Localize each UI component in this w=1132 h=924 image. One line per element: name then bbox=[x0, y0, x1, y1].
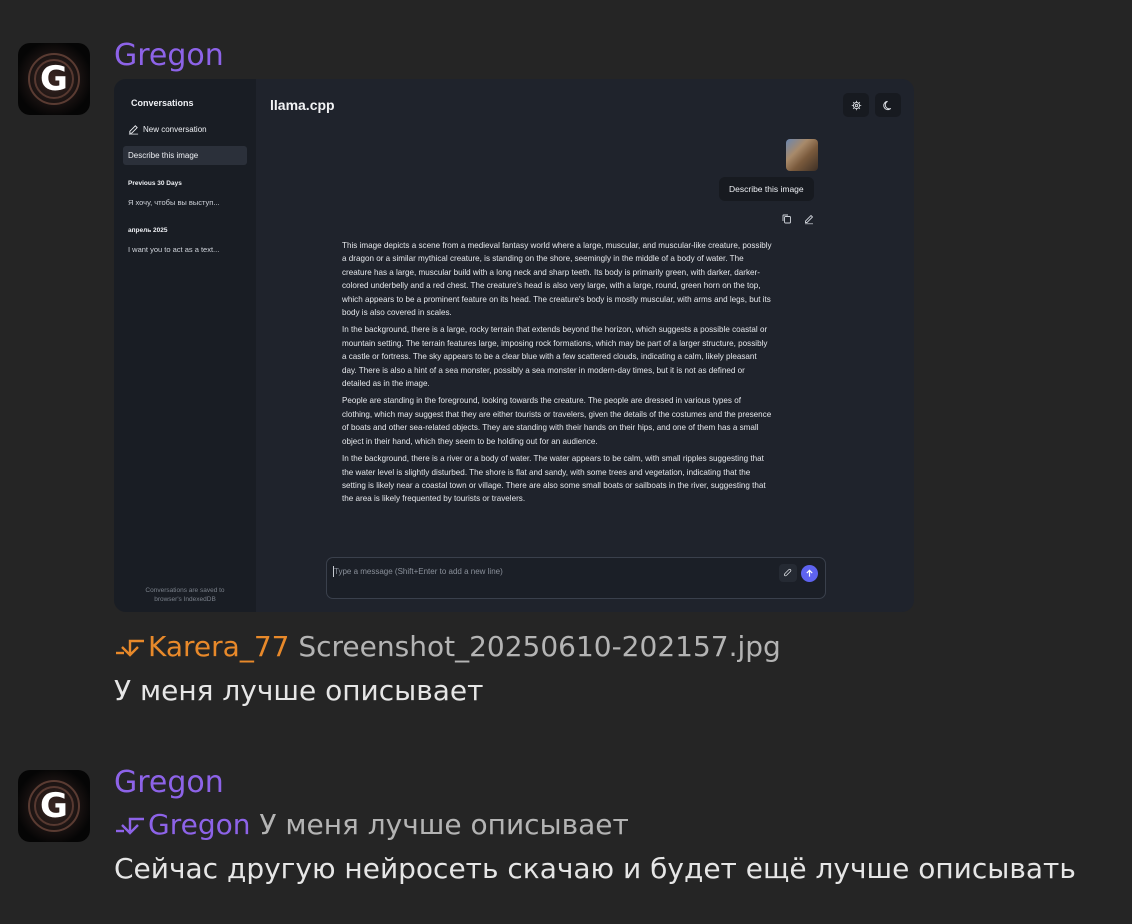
avatar[interactable]: G bbox=[18, 43, 90, 115]
avatar-g-logo: G bbox=[40, 786, 68, 826]
message-author[interactable]: Gregon bbox=[114, 38, 224, 73]
message-input[interactable]: Type a message (Shift+Enter to add a new… bbox=[326, 557, 826, 599]
sidebar-item[interactable]: Я хочу, чтобы вы выступ... bbox=[128, 198, 220, 207]
reply-text: У меня лучше описывает bbox=[259, 808, 629, 841]
settings-button[interactable] bbox=[843, 93, 869, 117]
user-message-bubble: Describe this image bbox=[719, 177, 814, 201]
avatar-g-logo: G bbox=[40, 59, 68, 99]
arrow-up-icon bbox=[806, 569, 813, 577]
response-paragraph: People are standing in the foreground, l… bbox=[342, 396, 772, 446]
message-author[interactable]: Gregon bbox=[114, 765, 224, 800]
section-label: Previous 30 Days bbox=[128, 180, 182, 187]
response-paragraph: In the background, there is a large, roc… bbox=[342, 325, 768, 389]
sidebar-footer: Conversations are saved to browser's Ind… bbox=[114, 586, 256, 604]
gear-icon bbox=[851, 100, 861, 110]
new-conversation-button[interactable]: New conversation bbox=[128, 124, 207, 135]
reply-reference[interactable]: Karera_77 Screenshot_20250610-202157.jpg bbox=[114, 630, 781, 663]
response-paragraph: In the background, there is a river or a… bbox=[342, 454, 766, 504]
footer-line: browser's IndexedDB bbox=[154, 596, 216, 603]
app-title: llama.cpp bbox=[270, 97, 335, 113]
attached-screenshot[interactable]: Conversations New conversation Describe … bbox=[114, 79, 914, 612]
response-paragraph: This image depicts a scene from a mediev… bbox=[342, 241, 772, 318]
reply-author: Gregon bbox=[148, 808, 251, 841]
moon-icon bbox=[882, 100, 891, 110]
assistant-response: This image depicts a scene from a mediev… bbox=[342, 239, 772, 540]
theme-toggle-button[interactable] bbox=[875, 93, 901, 117]
message-text: Сейчас другую нейросеть скачаю и будет е… bbox=[114, 852, 1076, 885]
avatar[interactable]: G bbox=[18, 770, 90, 842]
send-button[interactable] bbox=[801, 565, 818, 582]
message-text: У меня лучше описывает bbox=[114, 674, 484, 707]
attached-image-thumbnail[interactable] bbox=[786, 139, 818, 171]
reply-arrow-icon bbox=[116, 639, 144, 657]
attach-button[interactable] bbox=[779, 564, 797, 582]
paperclip-icon bbox=[783, 568, 792, 577]
reply-arrow-icon bbox=[116, 817, 144, 835]
sidebar: Conversations New conversation Describe … bbox=[114, 79, 256, 612]
sidebar-item-selected[interactable]: Describe this image bbox=[123, 146, 247, 165]
sidebar-item[interactable]: I want you to act as a text... bbox=[128, 245, 219, 254]
reply-text: Screenshot_20250610-202157.jpg bbox=[298, 630, 781, 663]
sidebar-title: Conversations bbox=[131, 98, 194, 108]
input-placeholder: Type a message (Shift+Enter to add a new… bbox=[334, 567, 503, 576]
sidebar-item-label: Describe this image bbox=[128, 151, 199, 160]
reply-reference[interactable]: Gregon У меня лучше описывает bbox=[114, 808, 629, 841]
new-conversation-label: New conversation bbox=[143, 125, 207, 134]
reply-author: Karera_77 bbox=[148, 630, 290, 663]
footer-line: Conversations are saved to bbox=[145, 587, 225, 594]
section-label: апрель 2025 bbox=[128, 227, 168, 234]
edit-icon[interactable] bbox=[803, 213, 815, 225]
copy-icon[interactable] bbox=[781, 213, 793, 225]
edit-icon bbox=[128, 125, 139, 135]
